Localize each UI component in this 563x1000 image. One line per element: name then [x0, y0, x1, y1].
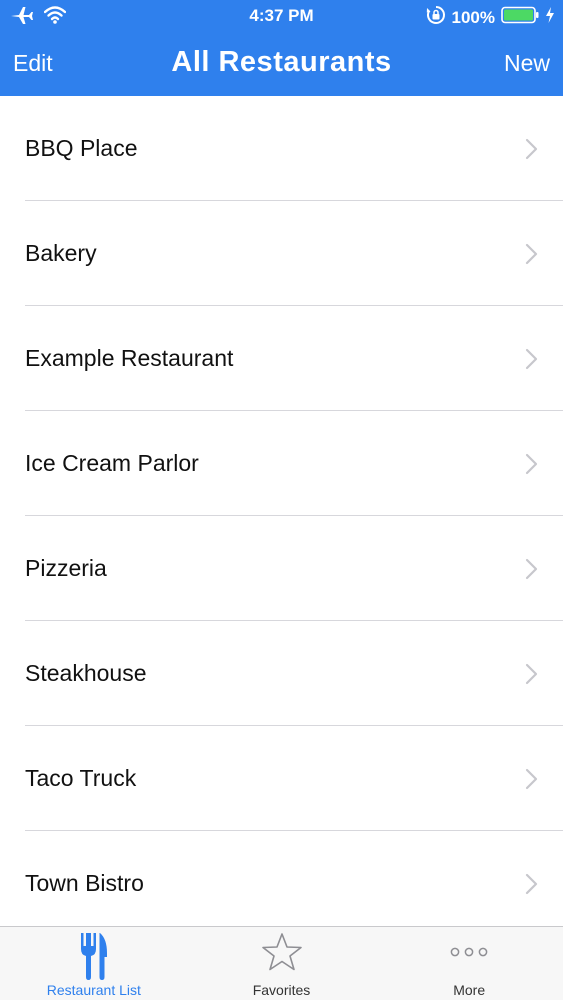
list-item[interactable]: Pizzeria — [0, 516, 563, 621]
list-item-label: Taco Truck — [25, 765, 137, 791]
battery-icon — [501, 6, 539, 29]
battery-percent: 100% — [451, 7, 495, 27]
list-item[interactable]: Bakery — [0, 201, 563, 306]
chevron-right-icon — [525, 768, 538, 789]
more-icon — [449, 945, 489, 963]
list-item[interactable]: BBQ Place — [0, 96, 563, 201]
tab-label: More — [453, 982, 486, 998]
restaurant-list: BBQ Place Bakery Example Restaurant Ice … — [0, 96, 563, 926]
tab-bar: Restaurant List Favorites More — [0, 926, 563, 1000]
list-item-label: Steakhouse — [25, 660, 147, 686]
orientation-lock-icon — [426, 5, 446, 30]
list-item[interactable]: Steakhouse — [0, 621, 563, 726]
list-item-label: Town Bistro — [25, 870, 144, 896]
tab-restaurant-list[interactable]: Restaurant List — [0, 927, 188, 1000]
list-item[interactable]: Town Bistro — [0, 831, 563, 926]
list-item[interactable]: Example Restaurant — [0, 306, 563, 411]
fork-knife-icon — [79, 931, 109, 986]
list-item-label: Pizzeria — [25, 555, 107, 581]
chevron-right-icon — [525, 138, 538, 159]
star-icon — [261, 931, 303, 978]
chevron-right-icon — [525, 453, 538, 474]
list-item-label: Ice Cream Parlor — [25, 450, 199, 476]
tab-label: Favorites — [252, 982, 311, 998]
list-item[interactable]: Taco Truck — [0, 726, 563, 831]
tab-label: Restaurant List — [46, 982, 141, 998]
chevron-right-icon — [525, 243, 538, 264]
list-item-label: Bakery — [25, 240, 97, 266]
list-item-label: BBQ Place — [25, 135, 138, 161]
new-button[interactable]: New — [504, 50, 550, 77]
charging-icon — [545, 6, 555, 29]
header: 4:37 PM 100% Edit All Restaurants New — [0, 0, 563, 96]
chevron-right-icon — [525, 558, 538, 579]
chevron-right-icon — [525, 873, 538, 894]
status-bar: 4:37 PM 100% — [0, 0, 563, 32]
chevron-right-icon — [525, 663, 538, 684]
tab-more[interactable]: More — [375, 927, 563, 1000]
chevron-right-icon — [525, 348, 538, 369]
navigation-bar: Edit All Restaurants New — [0, 32, 563, 96]
tab-favorites[interactable]: Favorites — [188, 927, 376, 1000]
list-item-label: Example Restaurant — [25, 345, 234, 371]
list-item[interactable]: Ice Cream Parlor — [0, 411, 563, 516]
status-right: 100% — [426, 5, 555, 30]
page-title: All Restaurants — [171, 46, 392, 78]
app-screen: 4:37 PM 100% Edit All Restaurants New BB… — [0, 0, 563, 1000]
